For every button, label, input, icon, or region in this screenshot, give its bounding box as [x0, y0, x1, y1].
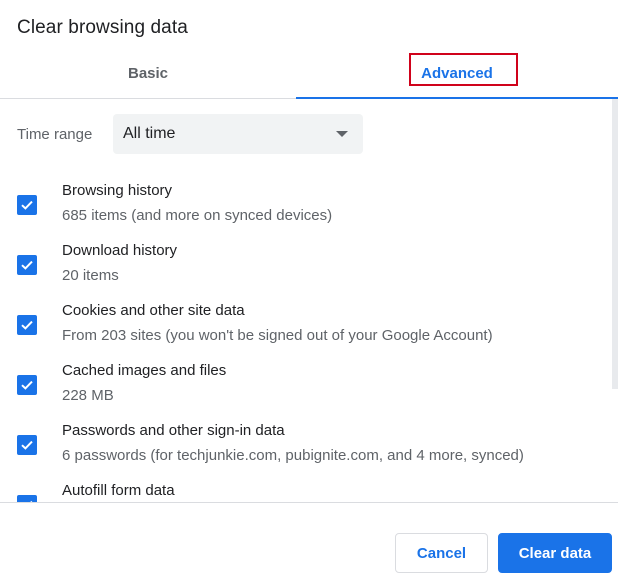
item-subtitle: 228 MB: [62, 387, 114, 404]
check-icon: [21, 200, 33, 210]
list-item: Download history 20 items: [0, 242, 610, 302]
item-title: Passwords and other sign-in data: [62, 422, 285, 439]
check-icon: [21, 380, 33, 390]
time-range-row: Time range All time: [17, 114, 363, 154]
cookies-checkbox[interactable]: [17, 315, 37, 335]
tab-advanced[interactable]: Advanced: [296, 48, 618, 98]
list-item: Passwords and other sign-in data 6 passw…: [0, 422, 610, 482]
list-item: Browsing history 685 items (and more on …: [0, 182, 610, 242]
check-icon: [21, 260, 33, 270]
item-subtitle: 6 passwords (for techjunkie.com, pubigni…: [62, 447, 524, 464]
check-icon: [21, 320, 33, 330]
item-title: Autofill form data: [62, 482, 175, 499]
item-subtitle: From 203 sites (you won't be signed out …: [62, 327, 493, 344]
download-history-checkbox[interactable]: [17, 255, 37, 275]
autofill-checkbox[interactable]: [17, 495, 37, 502]
clear-data-button[interactable]: Clear data: [498, 533, 612, 573]
time-range-label: Time range: [17, 125, 93, 143]
tab-basic[interactable]: Basic: [0, 48, 296, 98]
cancel-button[interactable]: Cancel: [395, 533, 488, 573]
passwords-checkbox[interactable]: [17, 435, 37, 455]
list-item: Autofill form data: [0, 482, 610, 502]
tab-bar: Basic Advanced: [0, 48, 618, 99]
scrollbar[interactable]: [612, 99, 618, 389]
cached-images-checkbox[interactable]: [17, 375, 37, 395]
item-title: Cached images and files: [62, 362, 227, 379]
item-subtitle: 20 items: [62, 267, 119, 284]
dialog-content: Time range All time Browsing history 685…: [0, 99, 618, 503]
item-title: Cookies and other site data: [62, 302, 245, 319]
time-range-value: All time: [123, 125, 176, 142]
check-icon: [21, 440, 33, 450]
list-item: Cached images and files 228 MB: [0, 362, 610, 422]
item-title: Browsing history: [62, 182, 173, 199]
clear-browsing-data-dialog: Clear browsing data Basic Advanced Time …: [0, 0, 618, 586]
dialog-footer: Cancel Clear data: [0, 503, 618, 586]
list-item: Cookies and other site data From 203 sit…: [0, 302, 610, 362]
item-title: Download history: [62, 242, 178, 259]
item-subtitle: 685 items (and more on synced devices): [62, 207, 333, 224]
dialog-title: Clear browsing data: [17, 17, 188, 38]
browsing-history-checkbox[interactable]: [17, 195, 37, 215]
time-range-select[interactable]: All time: [113, 114, 363, 154]
caret-down-icon: [336, 131, 348, 137]
